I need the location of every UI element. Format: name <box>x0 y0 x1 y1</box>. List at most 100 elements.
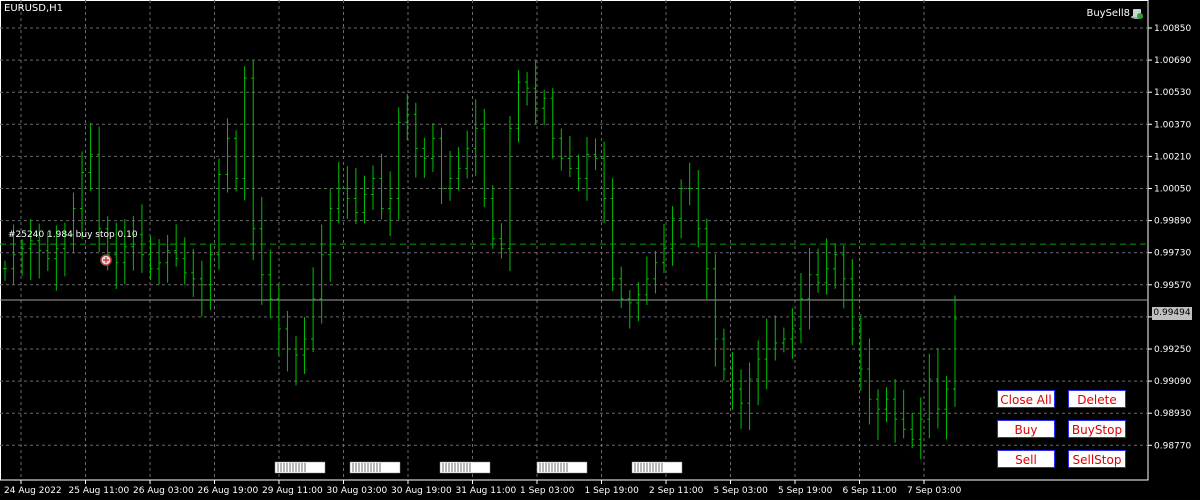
x-tick-label: 25 Aug 11:00 <box>69 486 130 496</box>
price-bar <box>242 66 247 201</box>
price-bar <box>80 151 85 239</box>
price-bar <box>482 108 487 207</box>
session-marker <box>349 461 401 474</box>
plot-frame <box>0 0 1149 481</box>
x-tick-label: 26 Aug 19:00 <box>198 486 259 496</box>
price-bar <box>953 295 957 407</box>
x-tick-label: 2 Sep 11:00 <box>649 486 704 496</box>
price-bar <box>439 127 444 204</box>
price-bar <box>499 223 504 259</box>
price-bar <box>756 340 761 406</box>
close-all-button[interactable]: Close All <box>997 390 1055 408</box>
price-bar <box>875 389 880 440</box>
price-bar <box>584 137 589 201</box>
price-bar <box>157 239 162 285</box>
expert-advisor-hat-icon[interactable] <box>1130 6 1144 20</box>
y-tick-label: 1.00210 <box>1154 152 1191 162</box>
price-bar <box>550 88 555 159</box>
price-bar <box>122 219 127 285</box>
price-bar <box>199 260 204 317</box>
price-bar <box>841 245 846 309</box>
price-bar <box>525 72 530 106</box>
price-bar <box>413 102 418 178</box>
y-tick-label: 0.99730 <box>1154 249 1191 259</box>
y-tick-label: 1.00690 <box>1154 56 1191 66</box>
price-bar <box>379 153 384 220</box>
price-bar <box>773 315 778 361</box>
price-bar <box>739 369 744 429</box>
current-price-tag: 0.99494 <box>1152 307 1192 320</box>
price-bar <box>593 138 598 171</box>
price-bar <box>670 206 675 266</box>
price-bar <box>644 256 649 306</box>
price-bar <box>653 250 658 294</box>
price-bar <box>764 318 769 390</box>
price-bar <box>473 99 478 176</box>
price-bar <box>276 283 281 356</box>
price-bar <box>234 130 239 192</box>
price-bar <box>448 150 453 201</box>
price-bar <box>345 166 350 219</box>
price-bar <box>790 308 795 359</box>
price-bar <box>507 116 512 272</box>
price-bar <box>285 310 290 372</box>
price-bar <box>328 189 333 282</box>
price-bar <box>293 336 298 386</box>
price-bar <box>713 254 718 367</box>
price-bar <box>319 224 324 324</box>
price-bar <box>619 266 624 308</box>
price-bar <box>721 328 726 381</box>
buy-stop-button[interactable]: BuyStop <box>1068 420 1126 438</box>
price-bar <box>371 165 376 210</box>
price-bar <box>268 249 273 319</box>
y-tick-label: 0.99570 <box>1154 281 1191 291</box>
x-tick-label: 5 Sep 03:00 <box>714 486 769 496</box>
pending-order-label: #25240 1.984 buy stop 0.10 <box>8 230 138 240</box>
sell-stop-button[interactable]: SellStop <box>1068 450 1126 468</box>
buy-button[interactable]: Buy <box>997 420 1055 438</box>
x-tick-label: 5 Sep 19:00 <box>778 486 833 496</box>
price-bar <box>816 248 821 293</box>
x-tick-label: 29 Aug 11:00 <box>262 486 323 496</box>
x-tick-label: 31 Aug 11:00 <box>456 486 517 496</box>
price-bar <box>576 154 581 192</box>
session-marker <box>274 461 326 474</box>
x-tick-label: 24 Aug 2022 <box>4 486 62 496</box>
price-bar <box>602 141 607 224</box>
price-bar <box>336 161 341 224</box>
price-bar <box>456 147 461 191</box>
price-bar <box>174 224 179 267</box>
y-tick-label: 0.98930 <box>1154 409 1191 419</box>
y-tick-label: 0.99890 <box>1154 217 1191 227</box>
price-bar <box>559 128 564 171</box>
price-bar <box>944 376 949 440</box>
price-bar <box>901 389 906 439</box>
sell-button[interactable]: Sell <box>997 450 1055 468</box>
price-bar <box>542 89 547 126</box>
x-tick-label: 1 Sep 03:00 <box>520 486 575 496</box>
price-bar <box>824 238 829 295</box>
delete-button[interactable]: Delete <box>1068 390 1126 408</box>
x-tick-label: 30 Aug 19:00 <box>391 486 452 496</box>
symbol-title: EURUSD,H1 <box>4 3 64 14</box>
price-bar <box>191 248 196 297</box>
x-tick-label: 1 Sep 19:00 <box>585 486 640 496</box>
price-bar <box>405 93 410 141</box>
price-bar <box>139 204 144 273</box>
chart-window[interactable]: 1.00850 1.00690 1.00530 1.00370 1.00210 1.000… <box>0 0 1200 500</box>
price-bar <box>251 60 256 261</box>
x-tick-label: 6 Sep 11:00 <box>843 486 898 496</box>
x-tick-label: 7 Sep 03:00 <box>907 486 962 496</box>
price-bar <box>627 290 632 329</box>
price-bar <box>259 196 264 305</box>
price-bar <box>884 387 889 423</box>
price-bar <box>687 162 692 206</box>
price-bar <box>388 171 393 237</box>
price-bar <box>311 267 316 353</box>
y-tick-label: 1.00050 <box>1154 185 1191 195</box>
session-marker <box>439 461 491 474</box>
y-tick-label: 1.00530 <box>1154 88 1191 98</box>
price-bar <box>490 185 495 249</box>
price-bar <box>131 215 136 271</box>
price-bar <box>362 175 367 224</box>
